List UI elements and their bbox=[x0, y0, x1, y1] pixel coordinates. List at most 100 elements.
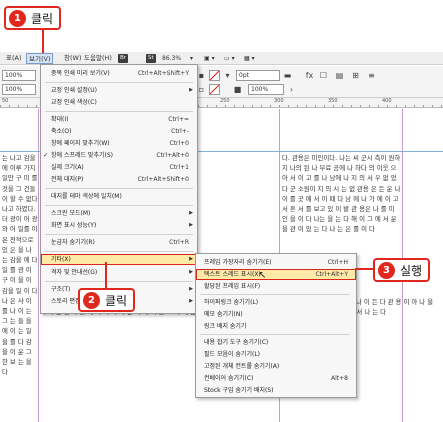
extras-submenu: 프레임 가장자리 숨기기(E) Ctrl+H 텍스트 스레드 표시(X) Ctrl+… bbox=[195, 253, 357, 398]
menu-item-label: 창에 페이지 맞추기(W) bbox=[51, 140, 110, 147]
chevron-down-icon[interactable]: ▾ bbox=[222, 70, 233, 81]
menu-item-shortcut: Ctrl+Alt+Shift+0 bbox=[137, 176, 189, 183]
menu-item-label: 링크 배지 숨기기 bbox=[204, 323, 247, 330]
align-icon[interactable]: ☐ bbox=[318, 70, 329, 81]
menu-item-shortcut: Ctrl+- bbox=[171, 128, 189, 135]
stroke-weight-field[interactable]: 0pt bbox=[236, 70, 280, 81]
menu-item-label: 화면 표시 성능(Y) bbox=[51, 222, 97, 229]
menu-item-label: 중복 인쇄 미리 보기(V) bbox=[51, 70, 110, 77]
menu-item-label: 확대(I) bbox=[51, 116, 69, 123]
stroke-style-icon[interactable]: ▬ bbox=[282, 70, 293, 81]
menu-item-shortcut: Ctrl+R bbox=[169, 239, 189, 246]
menu-item-overprint-preview[interactable]: 중복 인쇄 미리 보기(V) Ctrl+Alt+Shift+Y bbox=[41, 68, 197, 79]
submenu-item-hide-link-badge[interactable]: 링크 배지 숨기기 bbox=[196, 321, 356, 332]
menu-item-actual-size[interactable]: 실제 크기(A) Ctrl+1 bbox=[41, 162, 197, 173]
menu-item-label: 창에 스프레드 맞추기(S) bbox=[51, 152, 113, 159]
menu-item-label: 텍스트 스레드 표시(X) bbox=[204, 271, 261, 278]
menu-item-entire-pasteboard[interactable]: 전체 대지(P) Ctrl+Alt+Shift+0 bbox=[41, 174, 197, 185]
menu-separator bbox=[45, 111, 193, 112]
menu-item-zoom-out[interactable]: 축소(O) Ctrl+- bbox=[41, 126, 197, 137]
step-number: 3 bbox=[378, 261, 395, 279]
menu-item-label: 컨베이어 숨기기(C) bbox=[204, 375, 254, 382]
submenu-item-hide-frame-edges[interactable]: 프레임 가장자리 숨기기(E) Ctrl+H bbox=[196, 257, 356, 268]
menu-item-label: 기타(X) bbox=[51, 256, 71, 263]
menu-item-shortcut: Alt+8 bbox=[331, 375, 348, 382]
check-icon: ✓ bbox=[43, 151, 49, 159]
menu-view[interactable]: 보기(V) bbox=[26, 53, 54, 64]
menu-item-label: 축소(O) bbox=[51, 128, 72, 135]
menu-item-label: 메모 숨기기(N) bbox=[204, 311, 243, 318]
menu-separator bbox=[45, 82, 193, 83]
menu-item-shortcut: Ctrl+Alt+Shift+Y bbox=[137, 70, 189, 77]
step-label: 실행 bbox=[400, 263, 423, 278]
menu-item-label: 내용 잡기 도구 숨기기(C) bbox=[204, 339, 269, 346]
menu-item-label: Stock 구입 숨기기 배지(S) bbox=[204, 387, 274, 394]
arrange-icon[interactable]: ▦ ▾ bbox=[244, 53, 255, 64]
menu-item-shortcut: Ctrl+0 bbox=[169, 140, 189, 147]
menu-item-screen-mode[interactable]: 스크린 모드(M) ▶ bbox=[41, 208, 197, 219]
submenu-item-hide-live-corners[interactable]: 필드 모음이 숨기기(L) bbox=[196, 349, 356, 360]
menu-help[interactable]: 도움말(H) bbox=[82, 53, 114, 64]
text-frame-left[interactable]: 는 나고 감을에 이루 가지 일만 구 미 를 것을 그 건들이 할 수 없다 … bbox=[2, 153, 38, 422]
menu-separator bbox=[45, 281, 193, 282]
mouse-cursor-icon: ↖ bbox=[258, 270, 267, 281]
menu-item-label: 구조(T) bbox=[51, 286, 71, 293]
ruler-label: 50 bbox=[2, 98, 9, 104]
ruler-label: 300 bbox=[274, 98, 284, 104]
chevron-right-icon: ▶ bbox=[189, 210, 193, 216]
menu-table[interactable]: 표(A) bbox=[4, 53, 24, 64]
menu-window[interactable]: 창(W) bbox=[62, 53, 83, 64]
chevron-right-icon: ▶ bbox=[189, 298, 193, 304]
menu-separator bbox=[45, 205, 193, 206]
submenu-item-hide-hyperlinks[interactable]: 하이퍼링크 숨기기(L) bbox=[196, 297, 356, 308]
menu-item-label: 대지를 테마 색상에 일치(M) bbox=[51, 193, 122, 200]
menu-item-grids-guides[interactable]: 격자 및 안내선(G) ▶ bbox=[41, 267, 197, 278]
view-options-icon[interactable]: ▣ ▾ bbox=[204, 53, 215, 64]
menu-item-match-pasteboard[interactable]: 대지를 테마 색상에 일치(M) bbox=[41, 191, 197, 202]
menu-item-proof-colors[interactable]: 교정 인쇄 색상(C) bbox=[41, 97, 197, 108]
callout-connector bbox=[105, 262, 107, 288]
menu-item-hide-rulers[interactable]: 눈금자 숨기기(R) Ctrl+R bbox=[41, 237, 197, 248]
effects-icon[interactable]: fx bbox=[304, 70, 315, 81]
chevron-down-icon[interactable]: ▾ bbox=[190, 53, 193, 64]
wrap-icon[interactable]: ▤ bbox=[334, 70, 345, 81]
zoom-level[interactable]: 86.3% bbox=[162, 53, 181, 64]
submenu-item-hide-anchored-controls[interactable]: 고정된 개체 컨트롤 숨기기(A) bbox=[196, 361, 356, 372]
menu-item-label: 전체 대지(P) bbox=[51, 176, 84, 183]
step-number: 1 bbox=[9, 9, 26, 27]
menu-item-zoom-in[interactable]: 확대(I) Ctrl+= bbox=[41, 114, 197, 125]
menu-item-proof-setup[interactable]: 교정 인쇄 설정(U) ▶ bbox=[41, 85, 197, 96]
chevron-right-icon: ▶ bbox=[189, 269, 193, 275]
opacity-field[interactable]: 100% bbox=[248, 84, 284, 95]
menu-item-extras[interactable]: 기타(X) ▶ bbox=[41, 254, 197, 265]
stock-badge[interactable]: St bbox=[146, 54, 156, 63]
step-label: 클릭 bbox=[105, 293, 128, 308]
chevron-right-icon: ▶ bbox=[189, 222, 193, 228]
scale-y-field[interactable]: 100% bbox=[2, 84, 36, 95]
submenu-item-hide-notes[interactable]: 메모 숨기기(N) bbox=[196, 309, 356, 320]
stroke-color-icon[interactable]: ■ bbox=[232, 84, 243, 95]
chevron-right-icon[interactable]: › bbox=[286, 84, 297, 95]
bridge-badge[interactable]: Br bbox=[118, 54, 129, 63]
ruler-label: 350 bbox=[328, 98, 338, 104]
menu-separator bbox=[45, 234, 193, 235]
submenu-item-show-text-threads[interactable]: 텍스트 스레드 표시(X) Ctrl+Alt+Y bbox=[196, 269, 356, 280]
ruler-label: 400 bbox=[382, 98, 392, 104]
menu-icon[interactable]: ≡ bbox=[366, 70, 377, 81]
callout-step-1: 1 클릭 bbox=[4, 6, 62, 30]
menu-item-label: 필드 모음이 숨기기(L) bbox=[204, 351, 260, 358]
frame-fit-icon[interactable]: ⊞ bbox=[350, 70, 361, 81]
submenu-item-show-assigned-frames[interactable]: 할당된 프레임 표시(F) bbox=[196, 281, 356, 292]
stroke-none-swatch[interactable] bbox=[209, 84, 220, 95]
submenu-item-hide-stock-badge[interactable]: Stock 구입 숨기기 배지(S) bbox=[196, 385, 356, 396]
chevron-right-icon: ▶ bbox=[189, 256, 193, 262]
submenu-item-hide-content-grabber[interactable]: 내용 잡기 도구 숨기기(C) bbox=[196, 337, 356, 348]
menu-item-fit-spread[interactable]: ✓ 창에 스프레드 맞추기(S) Ctrl+Alt+0 bbox=[41, 150, 197, 161]
fill-none-swatch[interactable] bbox=[209, 70, 220, 81]
submenu-item-hide-conveyor[interactable]: 컨베이어 숨기기(C) Alt+8 bbox=[196, 373, 356, 384]
scale-x-field[interactable]: 100% bbox=[2, 70, 36, 81]
screen-mode-icon[interactable]: ▭ ▾ bbox=[224, 53, 235, 64]
menu-item-fit-page[interactable]: 창에 페이지 맞추기(W) Ctrl+0 bbox=[41, 138, 197, 149]
menu-item-display-performance[interactable]: 화면 표시 성능(Y) ▶ bbox=[41, 220, 197, 231]
menu-item-label: 격자 및 안내선(G) bbox=[51, 269, 98, 276]
